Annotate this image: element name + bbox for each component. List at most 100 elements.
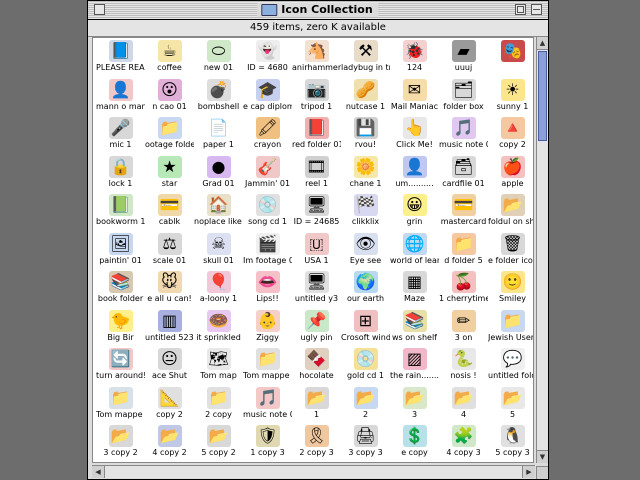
file-icon-item[interactable]: 🇺 USA 1 xyxy=(292,231,341,270)
file-icon-item[interactable]: ✏ 3 on xyxy=(439,308,488,347)
file-icon[interactable]: 💳 xyxy=(451,194,476,216)
file-icon[interactable]: 🙂 xyxy=(500,271,525,293)
file-icon-item[interactable]: 📁1 copy 5 xyxy=(390,462,439,463)
file-icon[interactable]: 📷 xyxy=(304,78,329,101)
file-icon[interactable]: 🗃 xyxy=(451,155,476,178)
file-icon-item[interactable]: 💳 cablk xyxy=(145,192,194,231)
file-icon[interactable]: 📂 xyxy=(353,386,378,409)
file-icon-item[interactable]: 📂 4 xyxy=(439,385,488,424)
file-icon[interactable]: 🗂 xyxy=(451,78,476,101)
file-icon[interactable]: 🍩 xyxy=(206,309,231,332)
file-icon[interactable]: 🍒 xyxy=(451,271,476,293)
file-icon[interactable]: 🎵 xyxy=(451,117,476,139)
file-icon-item[interactable]: ☠ skull 01 xyxy=(194,231,243,270)
file-icon-item[interactable]: 🍎 apple xyxy=(488,154,533,193)
file-icon-item[interactable]: ▰ uuuj xyxy=(439,38,488,77)
file-icon-item[interactable]: 📂 4 copy 2 xyxy=(145,423,194,462)
file-icon[interactable]: 🔺 xyxy=(500,117,525,139)
finder-window[interactable]: Icon Collection 459 items, zero K availa… xyxy=(87,0,549,480)
scroll-thumb[interactable] xyxy=(538,51,547,141)
file-icon-item[interactable]: 📚 book folder xyxy=(96,269,145,308)
file-icon[interactable]: 🖥 xyxy=(304,194,329,216)
file-icon-item[interactable]: ☀ sunny 1 xyxy=(488,77,533,116)
file-icon-item[interactable]: 🏠noplace like ho xyxy=(194,192,243,231)
file-icon[interactable]: ☀ xyxy=(500,78,525,101)
file-icon[interactable]: 🌍 xyxy=(353,271,378,293)
file-icon[interactable]: 💾 xyxy=(353,117,378,139)
file-icon-item[interactable]: 🎈 a-loony 1 xyxy=(194,269,243,308)
file-icon[interactable]: ▥ xyxy=(157,309,182,332)
file-icon-item[interactable]: 👁 Eye see xyxy=(341,231,390,270)
file-icon[interactable]: 📂 xyxy=(206,425,231,447)
file-icon[interactable]: 💲 xyxy=(402,425,427,447)
file-icon[interactable]: ▦ xyxy=(402,271,427,293)
file-icon[interactable]: 😐 xyxy=(157,348,182,370)
file-icon[interactable]: ⬭ xyxy=(206,40,231,62)
file-icon[interactable]: 🎬 xyxy=(255,232,280,255)
file-icon-item[interactable]: 🍫 hocolate xyxy=(292,346,341,385)
file-icon-item[interactable]: 🎗 2 copy 3 xyxy=(292,423,341,462)
file-icon-item[interactable]: 🎤 mic 1 xyxy=(96,115,145,154)
file-icon[interactable]: 🧩 xyxy=(451,425,476,447)
file-icon-item[interactable]: 📂 3 xyxy=(390,385,439,424)
file-icon[interactable]: 📂 xyxy=(108,425,133,447)
file-icon-item[interactable]: 🐞 124 xyxy=(390,38,439,77)
file-icon-item[interactable]: 📁 2 copy xyxy=(194,385,243,424)
file-icon[interactable]: 📁 xyxy=(500,309,525,332)
file-icon[interactable]: 💿 xyxy=(255,194,280,216)
file-icon[interactable]: 📂 xyxy=(304,386,329,409)
file-icon[interactable]: 👁 xyxy=(353,232,378,255)
file-icon[interactable]: 🐤 xyxy=(108,309,133,332)
file-icon-item[interactable]: ▦ Maze xyxy=(390,269,439,308)
file-icon[interactable]: 👄 xyxy=(255,271,280,293)
file-icon[interactable]: 💳 xyxy=(157,194,182,216)
scroll-up-arrow-icon[interactable]: ▲ xyxy=(537,37,548,50)
file-icon-item[interactable]: 💲 e copy xyxy=(390,423,439,462)
file-icon-item[interactable]: 🎸 Jammin' 01 xyxy=(243,154,292,193)
file-icon[interactable]: 🐧 xyxy=(500,425,525,447)
file-icon-item[interactable]: 🔄 turn around! xyxy=(96,346,145,385)
file-icon[interactable]: 📐 xyxy=(157,386,182,409)
file-icon-item[interactable]: 🃏2 copy 5 xyxy=(439,462,488,463)
file-icon-item[interactable]: 📕 red folder 01 xyxy=(292,115,341,154)
file-icon[interactable]: 📚 xyxy=(402,309,427,332)
file-icon-item[interactable]: 🍒1 cherrytime! xyxy=(439,269,488,308)
file-icon[interactable]: 🎓 xyxy=(255,78,280,101)
file-icon-item[interactable]: 🗑 e folder icon xyxy=(488,231,533,270)
file-icon-item[interactable]: 🗂 folder box xyxy=(439,77,488,116)
file-icon-item[interactable]: 🔮5 copy 4 xyxy=(292,462,341,463)
file-icon[interactable]: 🔄 xyxy=(108,348,133,370)
resize-grow-box[interactable] xyxy=(536,466,548,479)
file-icon-item[interactable]: 📁Jewish User Folder xyxy=(488,308,533,347)
file-icon[interactable]: 📁 xyxy=(157,117,182,139)
file-icon-item[interactable]: 📂 2 xyxy=(341,385,390,424)
file-icon-item[interactable]: 👶 Ziggy xyxy=(243,308,292,347)
file-icon[interactable]: ✏ xyxy=(451,309,476,332)
file-icon[interactable]: 🐴 xyxy=(304,40,329,62)
file-icon-item[interactable]: 👤 um.......... xyxy=(390,154,439,193)
file-icon[interactable]: 😀 xyxy=(402,194,427,216)
file-icon-item[interactable]: 👆 Click Me! xyxy=(390,115,439,154)
file-icon-item[interactable]: 🖥 untitled y3 xyxy=(292,269,341,308)
file-icon[interactable]: 🏠 xyxy=(206,194,231,216)
file-icon[interactable]: 📁 xyxy=(255,348,280,370)
file-icon[interactable]: ⚖ xyxy=(157,232,182,255)
file-icon-item[interactable]: 🎭 xyxy=(488,38,533,77)
file-icon-item[interactable]: ● Grad 01 xyxy=(194,154,243,193)
file-icon[interactable]: 🎸 xyxy=(255,155,280,178)
file-icon-item[interactable]: 📚 ws on shelf xyxy=(390,308,439,347)
file-icon[interactable]: 📁 xyxy=(451,232,476,255)
file-icon-item[interactable]: 🐭 e all u can! xyxy=(145,269,194,308)
file-icon[interactable]: 🍎 xyxy=(500,155,525,178)
file-icon-item[interactable]: 🎞 reel 1 xyxy=(292,154,341,193)
file-icon[interactable]: 🐞 xyxy=(402,40,427,62)
file-icon[interactable]: 📄 xyxy=(206,117,231,139)
file-icon[interactable]: 👻 xyxy=(255,40,280,62)
file-icon-item[interactable]: 🥜 nutcase 1 xyxy=(341,77,390,116)
file-icon-item[interactable]: 🐤 Big Bir xyxy=(96,308,145,347)
zoom-box[interactable] xyxy=(515,4,526,15)
horizontal-scrollbar[interactable]: ◀ ▶ xyxy=(92,465,535,478)
file-icon-item[interactable]: 📁 Tom mappe 2 xyxy=(243,346,292,385)
file-icon[interactable]: ▨ xyxy=(402,348,427,370)
file-icon-item[interactable]: 🧩 4 copy 3 xyxy=(439,423,488,462)
